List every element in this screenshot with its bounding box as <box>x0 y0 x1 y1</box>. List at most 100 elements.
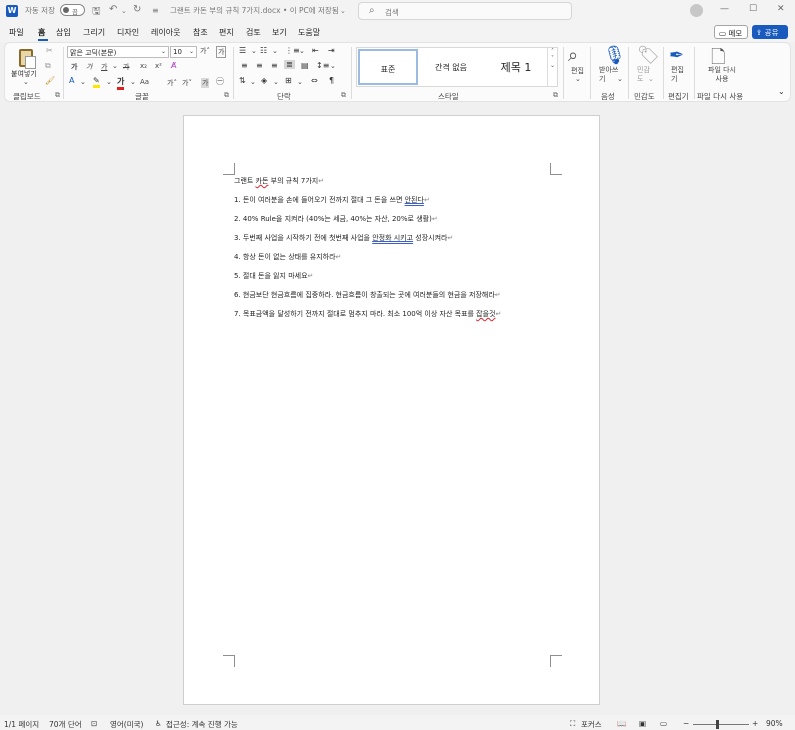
align-left-icon[interactable]: ≡ <box>241 61 248 70</box>
list-item[interactable]: 2. 40% Rule을 지켜라 (40%는 세금, 40%는 자산, 20%로… <box>234 214 438 224</box>
collapse-ribbon-icon[interactable]: ⌄ <box>778 87 785 96</box>
tab-references[interactable]: 참조 <box>193 27 208 38</box>
shrink-font-button[interactable]: 가˅ <box>182 78 192 88</box>
bullets-icon[interactable]: ☰ <box>239 46 246 55</box>
italic-icon[interactable]: 가 <box>86 62 92 72</box>
numbering-dropdown-icon[interactable]: ⌄ <box>272 47 278 55</box>
language[interactable]: 영어(미국) <box>110 719 143 730</box>
font-size-combo[interactable]: 10 ⌄ <box>170 46 197 58</box>
tab-review[interactable]: 검토 <box>246 27 261 38</box>
sensitivity-icon[interactable]: 🏷 <box>637 45 660 66</box>
line-spacing-icon[interactable]: ↕≡ <box>316 61 329 70</box>
highlight-icon[interactable]: ✎ <box>93 76 100 88</box>
enclose-characters-icon[interactable]: ㊀ <box>216 76 224 87</box>
list-item[interactable]: 7. 목표금액을 달성하기 전까지 절대로 멈추지 마라. 최소 100억 이상… <box>234 309 501 319</box>
font-color-dropdown-icon[interactable]: ⌄ <box>130 78 136 86</box>
shading-dropdown-icon[interactable]: ⌄ <box>273 78 279 86</box>
underline-icon[interactable]: 가 <box>101 62 107 72</box>
style-normal[interactable]: 표준 <box>358 49 418 85</box>
style-no-spacing[interactable]: 간격 없음 <box>421 49 481 85</box>
zoom-slider[interactable] <box>693 724 749 725</box>
styles-launcher-icon[interactable]: ⧉ <box>553 91 558 100</box>
borders-icon[interactable]: ⊞ <box>285 76 292 85</box>
text-effects-icon[interactable]: A <box>69 76 74 85</box>
redo-icon[interactable]: ↻ <box>133 4 141 15</box>
highlight-dropdown-icon[interactable]: ⌄ <box>106 78 112 86</box>
proofing-icon[interactable]: ⊡ <box>91 719 97 728</box>
print-layout-icon[interactable]: ▣ <box>639 719 646 728</box>
multilevel-list-icon[interactable]: ⋮≡ <box>285 46 300 55</box>
character-shading-icon[interactable]: 가 <box>201 78 210 88</box>
tab-draw[interactable]: 그리기 <box>83 27 105 38</box>
change-case-icon[interactable]: Aa <box>140 78 149 86</box>
customize-qat-icon[interactable]: ≡ <box>152 6 159 15</box>
tab-insert[interactable]: 삽입 <box>56 27 71 38</box>
read-mode-icon[interactable]: 📖 <box>617 719 626 728</box>
avatar[interactable] <box>690 4 703 17</box>
align-right-icon[interactable]: ≡ <box>271 61 278 70</box>
style-heading-1[interactable]: 제목 1 <box>485 49 547 85</box>
tab-view[interactable]: 보기 <box>272 27 287 38</box>
web-layout-icon[interactable]: ▭ <box>660 719 667 728</box>
list-item[interactable]: 5. 절대 돈을 잃지 마세요↵ <box>234 271 313 281</box>
paste-icon[interactable] <box>19 49 36 69</box>
font-launcher-icon[interactable]: ⧉ <box>224 91 229 100</box>
tab-help[interactable]: 도움말 <box>298 27 320 38</box>
subscript-icon[interactable]: x₂ <box>140 62 147 70</box>
borders-dropdown-icon[interactable]: ⌄ <box>297 78 303 86</box>
decrease-indent-icon[interactable]: ⇤ <box>312 46 319 55</box>
comments-button[interactable]: ▭ 메모 <box>714 25 748 39</box>
paste-dropdown-icon[interactable]: ⌄ <box>23 78 29 86</box>
focus-mode[interactable]: 포커스 <box>581 719 602 730</box>
strikethrough-icon[interactable]: 가 <box>123 62 129 72</box>
expand-gallery-icon[interactable]: ⌄ <box>548 62 557 69</box>
focus-icon[interactable]: ⛶ <box>570 719 575 729</box>
numbering-icon[interactable]: ☷ <box>260 46 267 55</box>
chevron-down-icon[interactable]: ˅ <box>548 55 557 62</box>
undo-dropdown-icon[interactable]: ⌄ <box>121 7 127 15</box>
paragraph-launcher-icon[interactable]: ⧉ <box>341 91 346 100</box>
zoom-level[interactable]: 90% <box>766 719 783 728</box>
underline-dropdown-icon[interactable]: ⌄ <box>112 62 118 70</box>
editing-dropdown-icon[interactable]: ⌄ <box>575 75 581 83</box>
phonetic-guide-icon[interactable]: 가 <box>216 46 227 58</box>
shading-icon[interactable]: ◈ <box>261 76 267 85</box>
word-count[interactable]: 70개 단어 <box>49 719 82 730</box>
save-icon[interactable]: 🖫 <box>92 4 101 21</box>
autosave-toggle[interactable]: 끔 <box>60 4 85 16</box>
document-title[interactable]: 그랜트 카돈 부의 규칙 7가지.docx • 이 PC에 저장됨 <box>170 5 339 16</box>
superscript-icon[interactable]: x² <box>155 62 162 70</box>
chevron-up-icon[interactable]: ˄ <box>548 48 557 55</box>
minimize-icon[interactable]: — <box>720 4 729 14</box>
bold-icon[interactable]: 가 <box>71 62 77 72</box>
text-effects-dropdown-icon[interactable]: ⌄ <box>80 78 86 86</box>
maximize-icon[interactable]: ☐ <box>749 4 757 14</box>
zoom-slider-thumb[interactable] <box>716 720 719 729</box>
tab-file[interactable]: 파일 <box>9 27 24 38</box>
microphone-icon[interactable]: 🎙 <box>603 45 626 66</box>
format-painter-icon[interactable]: 🖌 <box>45 76 55 85</box>
document-page[interactable]: 그랜트 카돈 부의 규칙 7가지↵ 1. 돈이 여러분을 손에 들어오기 전까지 … <box>183 115 600 705</box>
clear-formatting-icon[interactable]: A̸ <box>171 61 176 70</box>
show-marks-icon[interactable]: ¶ <box>329 76 334 85</box>
line-spacing-dropdown-icon[interactable]: ⌄ <box>330 62 336 70</box>
undo-icon[interactable]: ↶ <box>109 4 117 15</box>
zoom-out-button[interactable]: − <box>683 719 689 728</box>
tab-home[interactable]: 홈 <box>38 27 45 38</box>
list-item[interactable]: 3. 두번째 사업을 시작하기 전에 첫번째 사업을 안정화 시키고 성장시켜라… <box>234 233 453 243</box>
tab-layout[interactable]: 레이아웃 <box>151 27 180 38</box>
cut-icon[interactable]: ✂ <box>46 46 53 55</box>
close-icon[interactable]: ✕ <box>777 4 785 14</box>
tab-design[interactable]: 디자인 <box>117 27 139 38</box>
find-icon[interactable]: ⌕ <box>568 45 578 66</box>
accessibility-icon[interactable]: ♿ <box>155 719 162 728</box>
font-name-combo[interactable]: 맑은 고딕(본문) ⌄ <box>67 46 169 58</box>
asian-layout-icon[interactable]: ⇔ <box>311 76 318 85</box>
zoom-in-button[interactable]: + <box>752 719 758 728</box>
tab-mailings[interactable]: 편지 <box>219 27 234 38</box>
list-item[interactable]: 1. 돈이 여러분을 손에 들어오기 전까지 절대 그 돈을 쓰면 안된다↵ <box>234 195 430 205</box>
grow-font-button[interactable]: 가˄ <box>167 78 177 88</box>
search-box[interactable]: ⌕ 검색 <box>358 2 572 20</box>
list-item[interactable]: 4. 항상 돈이 없는 상태를 유지하라↵ <box>234 252 341 262</box>
page-count[interactable]: 1/1 페이지 <box>4 719 39 730</box>
